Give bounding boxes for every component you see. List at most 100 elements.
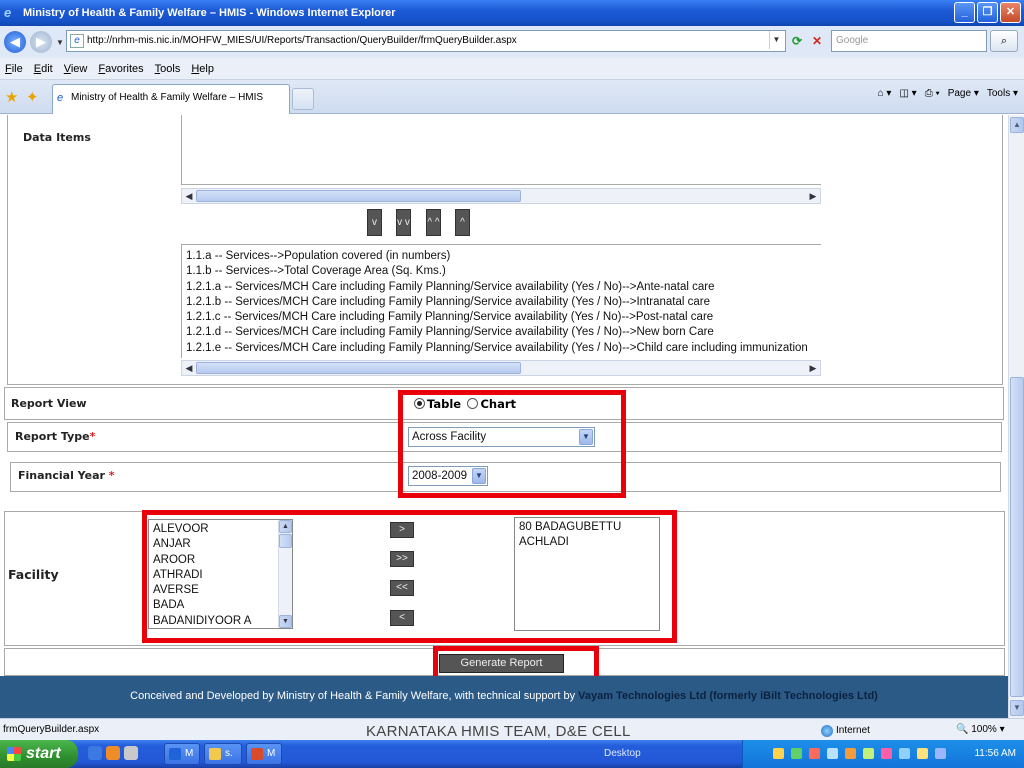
menu-tools[interactable]: Tools [155,63,181,75]
highlight-box-facility [142,510,677,643]
tray-icon[interactable] [791,748,802,759]
start-button[interactable]: start [0,740,78,768]
scroll-left-icon[interactable]: ◀ [183,190,195,202]
url-text: http://nrhm-mis.nic.in/MOHFW_MIES/UI/Rep… [87,35,517,46]
tray-icon[interactable] [881,748,892,759]
window-title: Ministry of Health & Family Welfare – HM… [23,7,396,19]
list-item[interactable]: 1.2.1.c -- Services/MCH Care including F… [186,310,821,325]
security-zone: Internet [821,720,870,741]
page-footer: Conceived and Developed by Ministry of H… [0,676,1008,718]
financial-year-label: Financial Year * [18,469,115,482]
top-listbox-hscrollbar[interactable]: ◀ ▶ [181,188,821,204]
url-input[interactable]: e http://nrhm-mis.nic.in/MOHFW_MIES/UI/R… [66,30,786,52]
history-dropdown-icon[interactable]: ▼ [56,38,64,47]
page-viewport: Data Items ◀ ▶ v v v ^ ^ ^ 1.1.a -- Serv… [0,115,1008,718]
print-icon[interactable]: ⎙ ▾ [925,88,940,99]
selected-data-items-listbox[interactable] [181,115,821,185]
move-all-up-button[interactable]: ^ ^ [426,209,441,236]
firefox-quicklaunch-icon[interactable] [106,746,120,760]
refresh-icon[interactable]: ⟳ [788,31,806,51]
list-item[interactable]: 1.1.a -- Services-->Population covered (… [186,249,821,264]
list-item[interactable]: 1.2.1.a -- Services/MCH Care including F… [186,280,821,295]
bottom-listbox-hscrollbar[interactable]: ◀ ▶ [181,360,821,376]
tray-icon[interactable] [827,748,838,759]
media-quicklaunch-icon[interactable] [124,746,138,760]
powerpoint-task-icon [251,748,263,760]
tray-icon[interactable] [935,748,946,759]
menu-file[interactable]: File [5,63,23,75]
scroll-left-icon[interactable]: ◀ [183,362,195,374]
url-dropdown-icon[interactable]: ▼ [769,31,783,49]
menu-edit[interactable]: Edit [34,63,53,75]
stop-icon[interactable]: ✕ [808,31,826,51]
add-favorites-icon[interactable]: ✦ [26,88,39,106]
desktop-toolbar[interactable]: Desktop [604,740,641,768]
window-titlebar: e Ministry of Health & Family Welfare – … [0,0,1024,26]
list-item[interactable]: 1.2.1.e -- Services/MCH Care including F… [186,341,821,356]
search-icon[interactable]: ⌕ [990,30,1018,52]
scroll-thumb[interactable] [1010,377,1024,697]
highlight-box-report-settings [398,390,626,498]
menu-bar: File Edit View Favorites Tools Help [0,58,1024,80]
back-button[interactable]: ◀ [4,31,26,53]
list-item[interactable]: 1.2.1.b -- Services/MCH Care including F… [186,295,821,310]
tray-icon[interactable] [863,748,874,759]
windows-taskbar: start M s. M Desktop 11:56 AM [0,740,1024,768]
tab-hmis[interactable]: e Ministry of Health & Family Welfare – … [52,84,290,114]
facility-label: Facility [8,567,59,582]
tray-icon[interactable] [845,748,856,759]
tray-icon[interactable] [899,748,910,759]
scroll-up-icon[interactable]: ▲ [1010,117,1024,133]
task-label: M [267,748,276,759]
favorites-star-icon[interactable]: ★ [5,88,18,106]
zoom-level[interactable]: 🔍 100% ▾ [956,719,1005,740]
menu-view[interactable]: View [64,63,88,75]
ie-logo-icon: e [4,5,12,20]
scroll-thumb[interactable] [196,190,521,202]
task-powerpoint[interactable]: M [246,743,282,765]
task-folder[interactable]: s. [204,743,242,765]
start-label: start [26,745,61,762]
task-label: s. [225,748,233,759]
menu-help[interactable]: Help [191,63,214,75]
page-vscrollbar[interactable]: ▲ ▼ [1008,115,1024,718]
tab-label: Ministry of Health & Family Welfare – HM… [71,92,264,103]
list-item[interactable]: 1.2.1.d -- Services/MCH Care including F… [186,325,821,340]
taskbar-clock: 11:56 AM [974,748,1016,759]
scroll-right-icon[interactable]: ▶ [807,362,819,374]
scroll-down-icon[interactable]: ▼ [1010,700,1024,716]
tray-icon[interactable] [917,748,928,759]
system-tray: 11:56 AM [742,740,1024,768]
ie-task-icon [169,748,181,760]
new-tab-button[interactable] [292,88,314,110]
menu-favorites[interactable]: Favorites [98,63,143,75]
home-icon[interactable]: ⌂ ▾ [878,88,892,99]
search-input[interactable]: Google [831,30,987,52]
move-all-down-button[interactable]: v v [396,209,411,236]
data-items-label: Data Items [23,131,91,144]
tray-icon[interactable] [809,748,820,759]
scroll-thumb[interactable] [196,362,521,374]
required-mark: * [108,469,115,482]
minimize-button[interactable]: _ [954,2,975,23]
page-menu[interactable]: Page ▾ [948,88,979,99]
ie-quicklaunch-icon[interactable] [88,746,102,760]
scroll-right-icon[interactable]: ▶ [807,190,819,202]
globe-icon [821,724,833,737]
task-ie[interactable]: M [164,743,200,765]
list-item[interactable]: 1.1.b -- Services-->Total Coverage Area … [186,264,821,279]
move-down-button[interactable]: v [367,209,382,236]
move-up-button[interactable]: ^ [455,209,470,236]
financial-year-label-text: Financial Year [18,469,105,482]
forward-button[interactable]: ▶ [30,31,52,53]
feeds-icon[interactable]: ◫ ▾ [899,88,916,99]
available-data-items-listbox[interactable]: 1.1.a -- Services-->Population covered (… [181,244,821,358]
status-text: frmQueryBuilder.aspx [3,724,100,735]
footer-text: Conceived and Developed by Ministry of H… [130,690,576,702]
tools-menu[interactable]: Tools ▾ [987,88,1018,99]
page-icon: e [70,34,84,48]
maximize-button[interactable]: ❐ [977,2,998,23]
report-type-label: Report Type* [15,430,95,443]
tray-icon[interactable] [773,748,784,759]
close-button[interactable]: ✕ [1000,2,1021,23]
